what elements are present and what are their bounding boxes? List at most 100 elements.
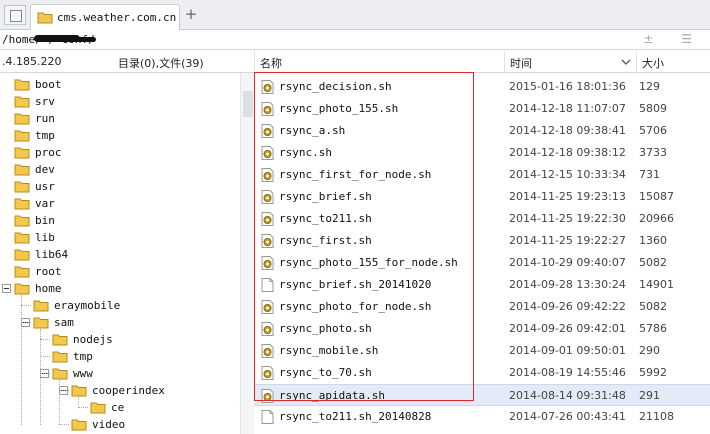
- folder-icon: [71, 385, 87, 397]
- file-row[interactable]: rsync_a.sh 2014-12-18 09:38:41 5706: [254, 120, 710, 142]
- sort-chevron-down-icon[interactable]: [620, 56, 632, 68]
- tab-bar: cms.weather.com.cn +: [0, 0, 710, 30]
- tree-item[interactable]: video: [71, 416, 125, 433]
- tree-item-label: bin: [35, 214, 55, 227]
- tree-item[interactable]: bin: [14, 212, 55, 229]
- file-row[interactable]: rsync_first.sh 2014-11-25 19:22:27 1360: [254, 230, 710, 252]
- folder-icon: [14, 215, 30, 227]
- window-icon[interactable]: [4, 5, 26, 25]
- column-divider[interactable]: [504, 51, 505, 73]
- file-row[interactable]: rsync_brief.sh_20141020 2014-09-28 13:30:…: [254, 274, 710, 296]
- script-file-icon: [261, 322, 274, 336]
- file-size: 5809: [639, 102, 667, 115]
- column-divider[interactable]: [254, 51, 255, 73]
- file-row[interactable]: rsync_photo_155.sh 2014-12-18 11:07:07 580…: [254, 98, 710, 120]
- file-modified-time: 2014-10-29 09:40:07: [509, 256, 626, 269]
- file-name: rsync_decision.sh: [279, 80, 392, 93]
- tree-item[interactable]: lib: [14, 229, 55, 246]
- file-modified-time: 2014-12-15 10:33:34: [509, 168, 626, 181]
- file-row[interactable]: rsync_mobile.sh 2014-09-01 09:50:01 290: [254, 340, 710, 362]
- file-row[interactable]: rsync_to211.sh 2014-11-25 19:22:30 20966: [254, 208, 710, 230]
- tree-item-label: www: [73, 367, 93, 380]
- tree-scrollbar[interactable]: [240, 73, 254, 434]
- tree-item[interactable]: dev: [14, 161, 55, 178]
- file-modified-time: 2014-09-26 09:42:01: [509, 322, 626, 335]
- file-size: 291: [639, 389, 660, 402]
- file-row[interactable]: rsync_apidata.sh 2014-08-14 09:31:48 291: [254, 384, 710, 406]
- folder-icon: [37, 12, 53, 24]
- file-modified-time: 2014-08-14 09:31:48: [509, 389, 626, 402]
- file-row[interactable]: rsync_first_for_node.sh 2014-12-15 10:33:…: [254, 164, 710, 186]
- file-row[interactable]: rsync_to_70.sh 2014-08-19 14:55:46 5992: [254, 362, 710, 384]
- tab-cms[interactable]: cms.weather.com.cn: [30, 4, 180, 30]
- file-modified-time: 2014-11-25 19:22:27: [509, 234, 626, 247]
- script-file-icon: [261, 146, 274, 160]
- file-row[interactable]: rsync_photo.sh 2014-09-26 09:42:01 5786: [254, 318, 710, 340]
- new-tab-button[interactable]: +: [184, 7, 198, 22]
- file-name: rsync_brief.sh_20141020: [279, 278, 432, 291]
- tree-item[interactable]: proc: [14, 144, 62, 161]
- folder-icon: [14, 79, 30, 91]
- file-modified-time: 2014-12-18 09:38:41: [509, 124, 626, 137]
- file-row[interactable]: rsync_decision.sh 2015-01-16 18:01:36 129: [254, 76, 710, 98]
- column-time-header[interactable]: 时间: [510, 55, 532, 71]
- folder-icon: [14, 198, 30, 210]
- path-bar[interactable]: /home/ / conf/ ± ☰: [0, 30, 710, 50]
- tree-connector: [78, 407, 88, 408]
- tree-item[interactable]: cooperindex: [71, 382, 165, 399]
- folder-icon: [52, 368, 68, 380]
- tree-connector: [21, 295, 22, 425]
- path-tools-icon[interactable]: ± ☰: [643, 32, 704, 46]
- directory-tree: boot srv run tmp proc dev usr var bin lib lib64 roo…: [0, 73, 254, 434]
- tree-item[interactable]: tmp: [14, 127, 55, 144]
- column-header: .4.185.220 目录(0),文件(39) 名称 时间 大小: [0, 51, 710, 73]
- file-name: rsync_brief.sh: [279, 190, 372, 203]
- column-divider[interactable]: [636, 51, 637, 73]
- script-file-icon: [261, 344, 274, 358]
- tree-item-label: sam: [54, 316, 74, 329]
- tree-item[interactable]: var: [14, 195, 55, 212]
- script-file-icon: [261, 389, 274, 403]
- file-row[interactable]: rsync_photo_for_node.sh 2014-09-26 09:42:…: [254, 296, 710, 318]
- file-name: rsync_a.sh: [279, 124, 346, 137]
- tree-item-label: nodejs: [73, 333, 113, 346]
- tree-item[interactable]: eraymobile: [33, 297, 120, 314]
- tree-item[interactable]: srv: [14, 93, 55, 110]
- column-size-header[interactable]: 大小: [642, 55, 664, 71]
- tree-item[interactable]: lib64: [14, 246, 68, 263]
- file-row[interactable]: rsync_photo_155_for_node.sh 2014-10-29 09…: [254, 252, 710, 274]
- tree-item[interactable]: boot: [14, 76, 62, 93]
- script-file-icon: [261, 212, 274, 226]
- scrollbar-thumb[interactable]: [243, 91, 253, 117]
- tree-item[interactable]: nodejs: [52, 331, 113, 348]
- collapse-toggle-icon[interactable]: [2, 284, 11, 293]
- file-size: 21108: [639, 410, 674, 423]
- file-modified-time: 2014-07-26 00:43:41: [509, 410, 626, 423]
- file-size: 1360: [639, 234, 667, 247]
- tree-item[interactable]: run: [14, 110, 55, 127]
- redaction-mark: [72, 37, 96, 42]
- tree-connector: [21, 322, 31, 323]
- file-row[interactable]: rsync_to211.sh_20140828 2014-07-26 00:43:…: [254, 406, 710, 428]
- script-file-icon: [261, 124, 274, 138]
- tree-item-label: lib64: [35, 248, 69, 261]
- tree-item[interactable]: usr: [14, 178, 55, 195]
- tree-item-label: proc: [35, 146, 62, 159]
- file-row[interactable]: rsync_brief.sh 2014-11-25 19:23:13 15087: [254, 186, 710, 208]
- column-name-header[interactable]: 名称: [260, 55, 282, 71]
- folder-icon: [52, 334, 68, 346]
- file-row[interactable]: rsync.sh 2014-12-18 09:38:12 3733: [254, 142, 710, 164]
- tree-item-label: cooperindex: [92, 384, 165, 397]
- tree-item[interactable]: ce: [90, 399, 124, 416]
- tree-item[interactable]: tmp: [52, 348, 93, 365]
- tree-item-label: eraymobile: [54, 299, 121, 312]
- tree-item[interactable]: root: [14, 263, 62, 280]
- file-size: 5992: [639, 366, 667, 379]
- file-name: rsync.sh: [279, 146, 332, 159]
- tree-connector: [40, 339, 50, 340]
- folder-icon: [14, 96, 30, 108]
- folder-icon: [14, 266, 30, 278]
- folder-icon: [14, 113, 30, 125]
- file-size: 3733: [639, 146, 667, 159]
- server-address: .4.185.220: [2, 55, 62, 68]
